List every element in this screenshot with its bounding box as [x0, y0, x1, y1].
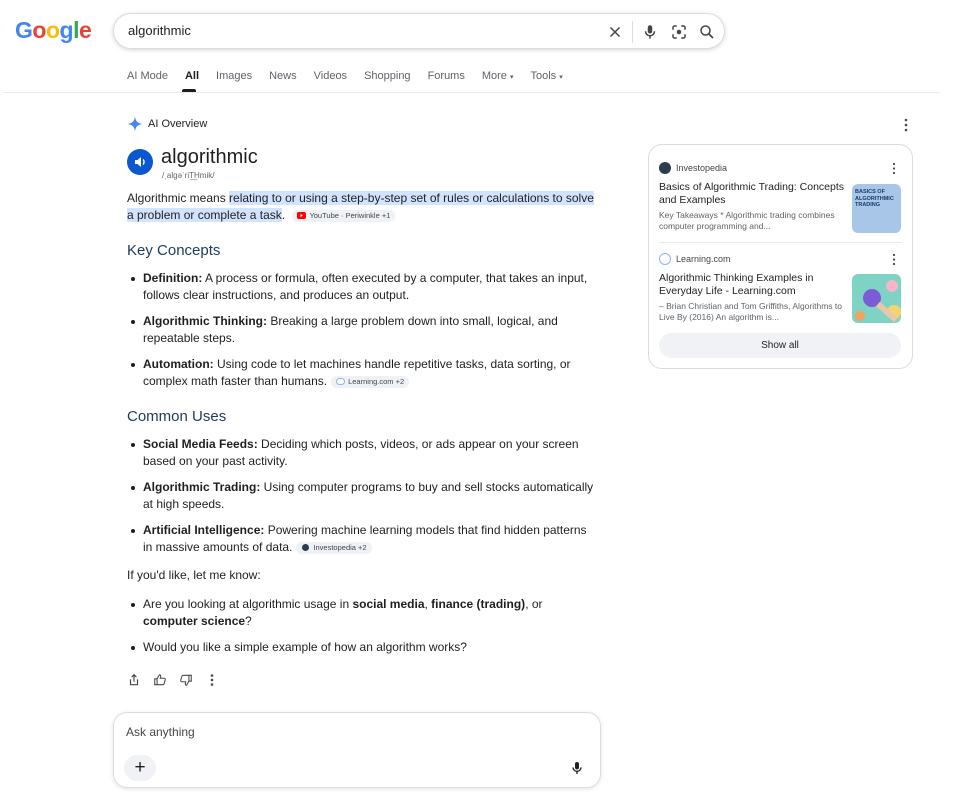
search-tabs: AI Mode All Images News Videos Shopping …: [127, 70, 580, 88]
tab-more[interactable]: More ▾: [482, 70, 514, 88]
source-card-snippet: – Brian Christian and Tom Griffiths, Alg…: [659, 301, 842, 322]
followup-list: Are you looking at algorithmic usage in …: [127, 596, 597, 656]
tab-images[interactable]: Images: [216, 70, 252, 88]
list-item: Social Media Feeds: Deciding which posts…: [127, 436, 597, 470]
list-item: Definition: A process or formula, often …: [127, 270, 597, 304]
source-card[interactable]: Investopedia Basics of Algorithmic Tradi…: [659, 162, 904, 238]
list-item: Algorithmic Trading: Using computer prog…: [127, 479, 597, 513]
source-card-title[interactable]: Basics of Algorithmic Trading: Concepts …: [659, 181, 844, 207]
youtube-icon: [297, 212, 307, 219]
microphone-icon[interactable]: [569, 759, 585, 777]
investopedia-icon: [659, 162, 671, 174]
investopedia-icon: [302, 544, 310, 551]
thumbnail-text: BASICS OF ALGORITHMIC TRADING: [855, 189, 894, 208]
source-chip[interactable]: YouTube · Periwinkle +1: [292, 210, 396, 222]
search-divider: [632, 21, 633, 43]
list-item-term: Automation:: [143, 357, 214, 371]
followup-text: Are you looking at algorithmic usage in: [143, 597, 353, 611]
source-thumbnail[interactable]: [852, 274, 901, 323]
ask-box: +: [113, 712, 601, 788]
more-options-icon[interactable]: [900, 117, 912, 133]
tab-forums[interactable]: Forums: [428, 70, 465, 88]
followup-emph: social media: [352, 597, 425, 611]
header-divider: [3, 92, 940, 93]
chevron-down-icon: ▾: [509, 74, 514, 81]
pronunciation: /ˌalɡəˈriT͟Hmik/: [162, 171, 215, 180]
key-concepts-heading: Key Concepts: [127, 242, 221, 259]
clear-icon[interactable]: [606, 23, 624, 41]
pronounce-button[interactable]: [127, 149, 153, 175]
google-logo[interactable]: Google: [15, 17, 92, 44]
source-card[interactable]: Learning.com Algorithmic Thinking Exampl…: [659, 253, 904, 329]
followup-emph: finance (trading): [431, 597, 526, 611]
learning-com-icon: [336, 378, 346, 385]
followup-text: Would you like a simple example of how a…: [143, 640, 467, 654]
sources-panel: Investopedia Basics of Algorithmic Tradi…: [648, 144, 913, 369]
search-box[interactable]: algorithmic: [113, 13, 725, 49]
chevron-down-icon: ▾: [559, 74, 563, 81]
more-options-icon[interactable]: [889, 253, 899, 266]
list-item: Are you looking at algorithmic usage in …: [127, 596, 597, 630]
tab-tools-label: Tools: [530, 70, 557, 82]
search-input[interactable]: algorithmic: [128, 23, 191, 38]
tab-shopping[interactable]: Shopping: [364, 70, 411, 88]
list-item-term: Algorithmic Thinking:: [143, 314, 267, 328]
followup-text: , or: [525, 597, 543, 611]
list-item: Automation: Using code to let machines h…: [127, 356, 597, 390]
thumbs-up-icon[interactable]: [153, 673, 167, 687]
more-options-icon[interactable]: [889, 162, 899, 175]
speaker-icon: [135, 157, 145, 167]
source-thumbnail[interactable]: BASICS OF ALGORITHMIC TRADING: [852, 184, 901, 233]
search-icon[interactable]: [698, 23, 716, 41]
list-item: Artificial Intelligence: Powering machin…: [127, 522, 597, 556]
followup-text: ?: [245, 614, 252, 628]
word-title: algorithmic: [161, 146, 258, 168]
share-icon[interactable]: [127, 673, 141, 687]
ai-sparkle-icon: [127, 116, 143, 132]
common-uses-list: Social Media Feeds: Deciding which posts…: [127, 436, 597, 556]
tab-ai-mode[interactable]: AI Mode: [127, 70, 168, 88]
list-item-term: Algorithmic Trading:: [143, 480, 261, 494]
source-chip-label: Investopedia +2: [313, 543, 367, 552]
ai-overview-label: AI Overview: [148, 118, 208, 130]
tab-tools[interactable]: Tools ▾: [530, 70, 562, 88]
card-divider: [659, 242, 902, 243]
thumbs-down-icon[interactable]: [179, 673, 193, 687]
definition-paragraph: Algorithmic means relating to or using a…: [127, 190, 597, 224]
source-chip[interactable]: Investopedia +2: [296, 542, 372, 554]
tab-all[interactable]: All: [185, 70, 199, 88]
tab-more-label: More: [481, 70, 507, 82]
definition-suffix: .: [281, 208, 286, 222]
list-item: Algorithmic Thinking: Breaking a large p…: [127, 313, 597, 347]
list-item: Would you like a simple example of how a…: [127, 639, 597, 656]
show-all-button[interactable]: Show all: [659, 333, 901, 358]
source-chip[interactable]: Learning.com +2: [331, 376, 410, 388]
lens-icon[interactable]: [670, 23, 688, 41]
source-chip-label: Learning.com +2: [348, 377, 405, 386]
key-concepts-list: Definition: A process or formula, often …: [127, 270, 597, 390]
ask-input[interactable]: [126, 725, 426, 739]
source-name: Investopedia: [676, 163, 728, 173]
source-card-snippet: Key Takeaways * Algorithmic trading comb…: [659, 210, 835, 231]
definition-prefix: Algorithmic means: [127, 191, 230, 205]
microphone-icon[interactable]: [641, 23, 659, 41]
puzzle-image: [855, 280, 901, 323]
more-options-icon[interactable]: [205, 673, 219, 687]
source-chip-label: YouTube · Periwinkle +1: [309, 211, 391, 220]
source-name: Learning.com: [676, 254, 731, 264]
common-uses-heading: Common Uses: [127, 408, 227, 425]
list-item-text: A process or formula, often executed by …: [143, 271, 588, 302]
learning-com-icon: [659, 253, 671, 265]
source-card-title[interactable]: Algorithmic Thinking Examples in Everyda…: [659, 272, 844, 298]
tab-news[interactable]: News: [269, 70, 297, 88]
followup-intro: If you'd like, let me know:: [127, 568, 261, 582]
followup-emph: computer science: [143, 614, 246, 628]
list-item-term: Artificial Intelligence:: [143, 523, 265, 537]
list-item-term: Social Media Feeds:: [143, 437, 258, 451]
add-button[interactable]: +: [124, 755, 156, 781]
tab-videos[interactable]: Videos: [314, 70, 347, 88]
list-item-term: Definition:: [143, 271, 203, 285]
